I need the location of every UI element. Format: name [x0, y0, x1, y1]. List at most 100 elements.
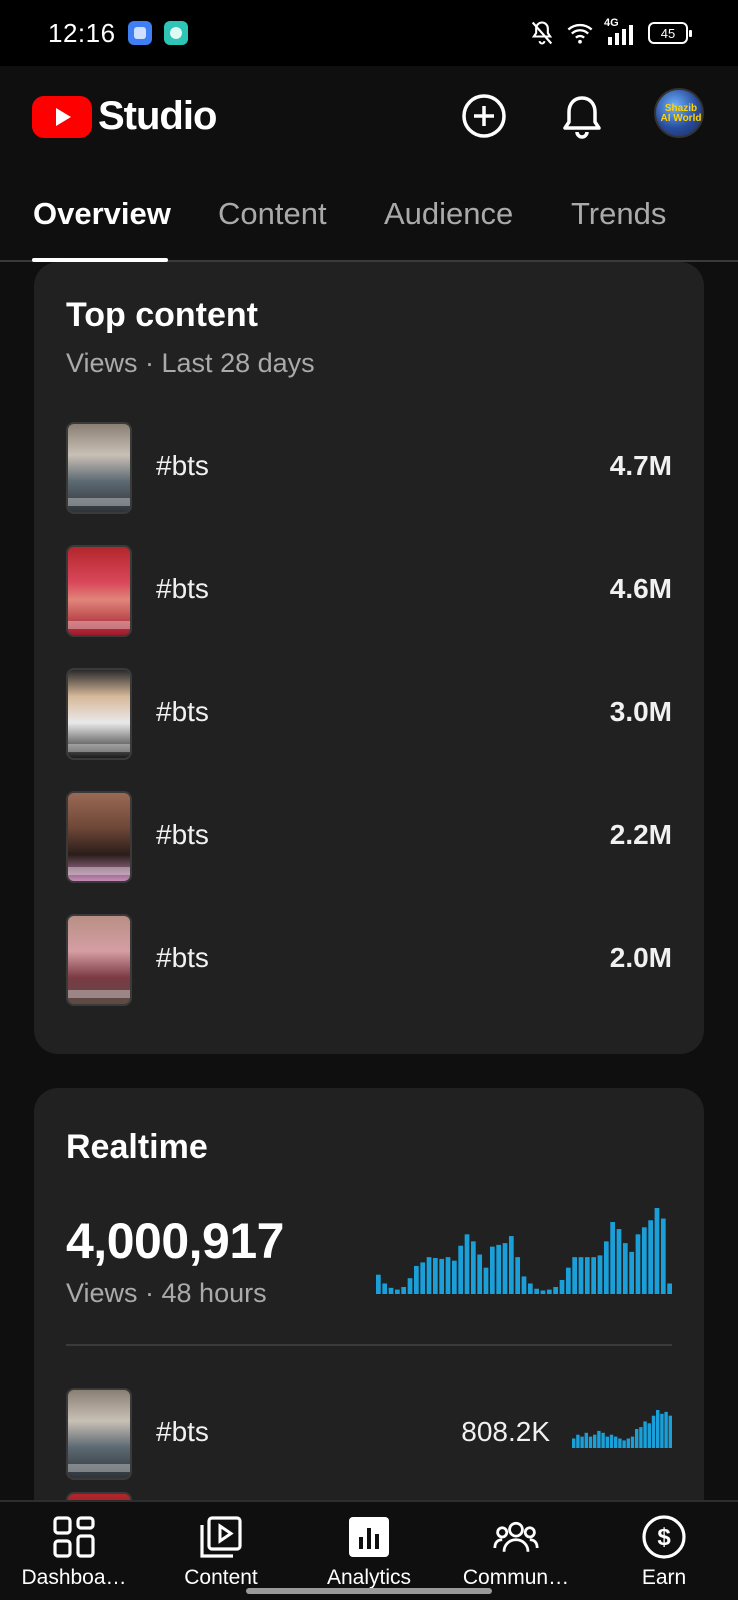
- video-thumbnail: [66, 791, 132, 883]
- chart-bar: [420, 1262, 426, 1294]
- create-button[interactable]: [458, 90, 510, 142]
- chart-bar: [540, 1290, 546, 1294]
- top-content-row[interactable]: #bts 3.0M: [66, 668, 672, 760]
- chart-bar: [597, 1430, 601, 1448]
- chart-bar: [667, 1283, 672, 1294]
- nav-dashboard-label: Dashboa…: [21, 1566, 127, 1589]
- chart-bar: [660, 1413, 664, 1448]
- chart-bar: [584, 1432, 588, 1448]
- battery-level: 45: [660, 25, 676, 41]
- nav-content-label: Content: [184, 1566, 258, 1589]
- chart-bar: [496, 1244, 502, 1294]
- chart-bar: [626, 1438, 630, 1448]
- video-views: 2.0M: [609, 942, 672, 973]
- chart-bar: [610, 1222, 616, 1294]
- chart-bar: [635, 1429, 639, 1448]
- analytics-icon: [346, 1514, 392, 1560]
- chart-bar: [407, 1278, 413, 1294]
- top-content-row[interactable]: #bts 2.0M: [66, 914, 672, 1006]
- tab-trends[interactable]: Trends: [571, 196, 666, 232]
- chart-bar: [656, 1410, 660, 1448]
- chart-bar: [668, 1415, 672, 1448]
- chart-bar: [445, 1257, 451, 1294]
- chart-bar: [651, 1415, 656, 1448]
- video-title: #bts: [156, 819, 209, 850]
- content-icon: [198, 1514, 244, 1560]
- youtube-studio-logo[interactable]: Studio: [32, 94, 217, 139]
- chart-bar: [477, 1254, 483, 1294]
- youtube-play-icon: [32, 95, 92, 138]
- chart-bar: [588, 1436, 593, 1448]
- svg-text:$: $: [657, 1524, 671, 1551]
- tab-content[interactable]: Content: [218, 196, 327, 232]
- chart-bar: [521, 1276, 527, 1294]
- nav-community[interactable]: Commun…: [442, 1514, 590, 1594]
- chart-bar: [641, 1227, 647, 1294]
- chart-bar: [534, 1288, 540, 1294]
- chart-bar: [470, 1241, 476, 1294]
- chart-bar: [515, 1257, 521, 1294]
- nav-earn-label: Earn: [641, 1566, 687, 1589]
- video-thumbnail: [66, 545, 132, 637]
- chart-bar: [553, 1286, 559, 1294]
- chat-notification-icon: [164, 21, 188, 45]
- video-thumbnail: [66, 668, 132, 760]
- chart-bar: [489, 1246, 495, 1294]
- chart-bar: [576, 1434, 580, 1448]
- app-notification-icon: [128, 21, 152, 45]
- nav-earn[interactable]: $ Earn: [590, 1514, 738, 1594]
- tab-overview[interactable]: Overview: [33, 196, 171, 232]
- video-thumbnail: [66, 1388, 132, 1480]
- wifi-icon: [567, 23, 593, 44]
- chart-bar: [432, 1258, 438, 1294]
- chart-bar: [597, 1255, 603, 1294]
- video-mini-bar-chart: [572, 1410, 672, 1448]
- tab-audience[interactable]: Audience: [384, 196, 513, 232]
- notifications-button[interactable]: [556, 90, 608, 142]
- bottom-navigation: Dashboa… Content Analytics Commun… $ Ear…: [0, 1500, 738, 1600]
- signal-icon: 4G: [604, 17, 638, 47]
- status-time: 12:16: [48, 18, 116, 48]
- chart-bar: [580, 1436, 584, 1448]
- chart-bar: [546, 1289, 552, 1294]
- chart-bar: [629, 1251, 635, 1294]
- video-views: 3.0M: [609, 696, 672, 727]
- chart-bar: [572, 1438, 576, 1448]
- realtime-title: Realtime: [66, 1128, 208, 1166]
- chart-bar: [605, 1436, 609, 1448]
- chart-bar: [382, 1283, 388, 1294]
- top-content-row[interactable]: #bts 2.2M: [66, 791, 672, 883]
- chart-bar: [603, 1241, 609, 1294]
- chart-bar: [464, 1234, 470, 1294]
- video-title: #bts: [156, 573, 209, 604]
- chart-bar: [426, 1257, 432, 1294]
- add-circle-icon: [462, 94, 506, 138]
- chart-bar: [395, 1289, 400, 1294]
- nav-dashboard[interactable]: Dashboa…: [0, 1514, 148, 1594]
- chart-bar: [559, 1279, 565, 1294]
- chart-bar: [451, 1260, 457, 1294]
- home-indicator: [246, 1588, 492, 1594]
- chart-bar: [439, 1258, 445, 1294]
- video-title: #bts: [156, 942, 209, 973]
- video-views: 4.6M: [609, 573, 672, 604]
- chart-bar: [648, 1220, 653, 1294]
- top-content-row[interactable]: #bts 4.7M: [66, 422, 672, 514]
- video-views: 808.2K: [461, 1416, 550, 1447]
- realtime-row[interactable]: #bts 808.2K: [66, 1388, 672, 1480]
- avatar[interactable]: Shazib AI World: [654, 88, 704, 138]
- nav-analytics[interactable]: Analytics: [295, 1514, 443, 1594]
- realtime-views-total: 4,000,917: [66, 1213, 284, 1269]
- top-content-title: Top content: [66, 296, 258, 334]
- status-bar: 12:16 4G 45: [0, 0, 738, 66]
- nav-content[interactable]: Content: [147, 1514, 295, 1594]
- chart-bar: [639, 1427, 643, 1448]
- logo-text: Studio: [98, 94, 217, 138]
- chart-bar: [643, 1421, 647, 1448]
- top-content-row[interactable]: #bts 4.6M: [66, 545, 672, 637]
- chart-bar: [565, 1267, 571, 1294]
- video-title: #bts: [156, 450, 209, 481]
- chart-bar: [601, 1432, 605, 1448]
- chart-bar: [401, 1286, 407, 1294]
- video-title: #bts: [156, 1416, 209, 1447]
